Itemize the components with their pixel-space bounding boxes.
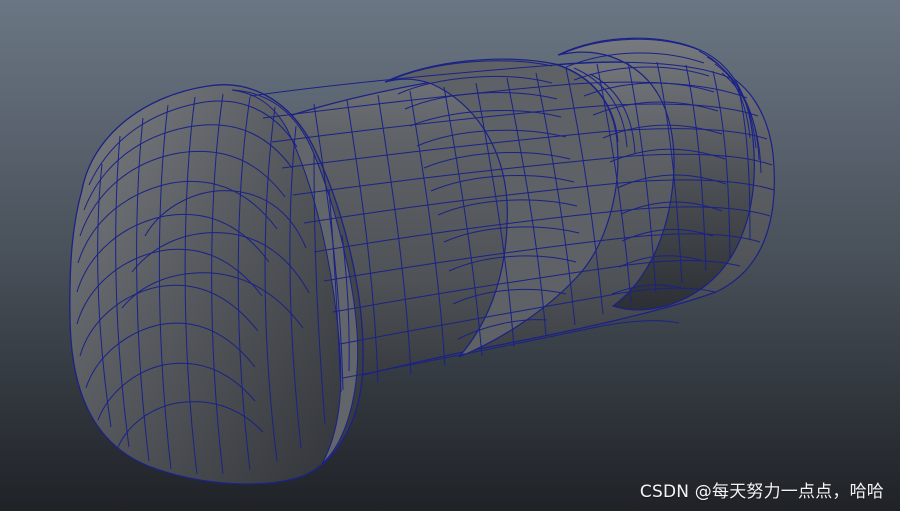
watermark-text: CSDN @每天努力一点点，哈哈	[639, 482, 884, 502]
viewport[interactable]: CSDN @每天努力一点点，哈哈	[0, 0, 900, 511]
viewport-scene[interactable]	[0, 0, 900, 511]
